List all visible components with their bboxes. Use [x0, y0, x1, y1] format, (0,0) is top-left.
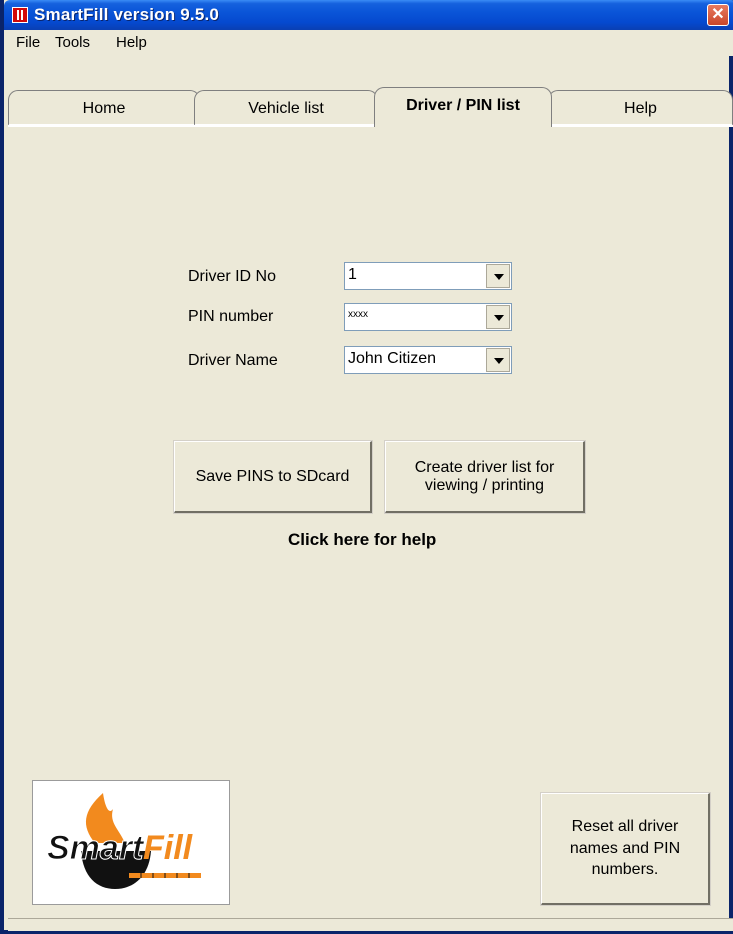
chevron-down-icon[interactable]	[486, 264, 510, 288]
reset-label-line3: numbers.	[591, 861, 659, 879]
menu-bar: File Tools Help	[8, 30, 733, 56]
reset-label-line2: names and PIN	[569, 839, 681, 857]
driver-id-value: 1	[348, 266, 357, 283]
chevron-down-icon[interactable]	[486, 305, 510, 329]
create-driver-list-button[interactable]: Create driver list for viewing / printin…	[384, 440, 586, 514]
driver-id-combo[interactable]: 1	[344, 262, 512, 290]
driver-name-combo[interactable]: John Citizen	[344, 346, 512, 374]
tab-vehicle-list[interactable]: Vehicle list	[194, 90, 378, 126]
logo-text-smart: Smart	[47, 829, 145, 867]
menu-file[interactable]: File	[16, 34, 40, 51]
app-window: SmartFill version 9.5.0 ✕ File Tools Hel…	[0, 0, 733, 934]
close-button[interactable]: ✕	[707, 4, 729, 26]
smartfill-logo-graphic: Smart Fill	[47, 793, 201, 889]
tab-help[interactable]: Help	[548, 90, 733, 126]
chevron-down-icon[interactable]	[486, 348, 510, 372]
driver-name-label: Driver Name	[188, 352, 278, 369]
create-list-label-line2: viewing / printing	[424, 476, 545, 494]
pin-label: PIN number	[188, 308, 274, 325]
reset-drivers-button[interactable]: Reset all driver names and PIN numbers.	[540, 792, 711, 906]
status-bar	[8, 918, 733, 931]
window-title: SmartFill version 9.5.0	[34, 5, 220, 24]
pin-value: xxxx	[348, 309, 368, 320]
save-pins-label: Save PINS to SDcard	[195, 467, 350, 485]
tab-home[interactable]: Home	[8, 90, 200, 126]
driver-id-label: Driver ID No	[188, 268, 277, 285]
create-list-label-line1: Create driver list for	[414, 458, 555, 476]
logo-text-fill: Fill	[143, 829, 194, 867]
driver-name-value: John Citizen	[348, 350, 437, 367]
help-link[interactable]: Click here for help	[288, 530, 436, 550]
menu-tools[interactable]: Tools	[55, 34, 90, 51]
tab-driver-pin-list[interactable]: Driver / PIN list	[374, 87, 552, 127]
close-icon: ✕	[711, 6, 725, 23]
smartfill-logo: Smart Fill	[32, 780, 230, 905]
menu-help[interactable]: Help	[116, 34, 147, 51]
reset-label-line1: Reset all driver	[571, 818, 679, 836]
app-icon	[12, 7, 28, 23]
pin-combo[interactable]: xxxx	[344, 303, 512, 331]
tab-strip: Home Vehicle list Driver / PIN list Help	[8, 87, 733, 127]
save-pins-button[interactable]: Save PINS to SDcard	[173, 440, 373, 514]
title-bar[interactable]: SmartFill version 9.5.0 ✕	[4, 0, 733, 30]
